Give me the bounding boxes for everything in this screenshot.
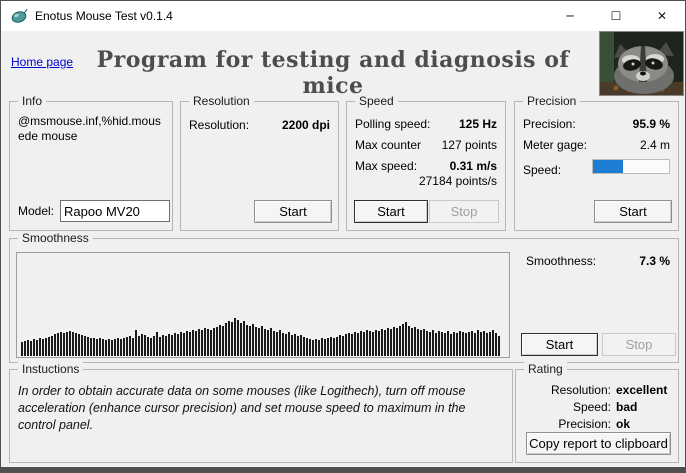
- device-string: @msmouse.inf,%hid.mousede mouse: [18, 114, 161, 143]
- max-speed-value: 0.31 m/s: [449, 159, 497, 173]
- smoothness-group: Smoothness Smoothness: 7.3 % Start Stop: [9, 231, 679, 363]
- raccoon-image: [599, 31, 684, 96]
- precision-group: Precision Precision: 95.9 % Meter gage: …: [514, 94, 679, 231]
- meter-gage-label: Meter gage:: [523, 138, 588, 152]
- rating-speed-value: bad: [616, 400, 638, 414]
- max-counter-label: Max counter: [355, 138, 422, 152]
- rating-row-speed: Speed: bad: [520, 399, 666, 416]
- precision-speed-label: Speed:: [523, 163, 562, 177]
- smoothness-stop-button[interactable]: Stop: [602, 333, 676, 356]
- speed-start-button[interactable]: Start: [354, 200, 428, 223]
- resolution-label: Resolution:: [189, 118, 250, 132]
- precision-group-title: Precision: [523, 94, 581, 108]
- max-counter-value: 127 points: [441, 138, 497, 152]
- copy-report-button[interactable]: Copy report to clipboard: [526, 432, 671, 455]
- rating-group: Rating Resolution: excellent Speed: bad …: [515, 362, 679, 463]
- polling-speed-value: 125 Hz: [458, 117, 497, 131]
- smoothness-start-button[interactable]: Start: [521, 333, 598, 356]
- precision-speed-progressbar: [592, 159, 670, 174]
- precision-progress-fill: [593, 160, 624, 173]
- speed-group-title: Speed: [355, 94, 398, 108]
- window-title: Enotus Mouse Test v0.1.4: [35, 9, 173, 23]
- instructions-group: Instuctions In order to obtain accurate …: [9, 362, 513, 463]
- precision-start-button[interactable]: Start: [594, 200, 672, 223]
- home-page-link[interactable]: Home page: [11, 55, 73, 69]
- smoothness-label: Smoothness:: [526, 254, 597, 268]
- model-label: Model:: [18, 204, 55, 218]
- rating-group-title: Rating: [524, 362, 567, 376]
- title-bar: Enotus Mouse Test v0.1.4 ─ ☐ ✕: [1, 1, 685, 31]
- rating-resolution-label: Resolution:: [550, 383, 611, 397]
- rating-precision-value: ok: [616, 417, 631, 431]
- rating-row-resolution: Resolution: excellent: [520, 382, 668, 399]
- precision-value: 95.9 %: [632, 117, 670, 131]
- smoothness-value: 7.3 %: [639, 254, 670, 268]
- rating-row-precision: Precision: ok: [520, 416, 666, 433]
- resolution-group-title: Resolution: [189, 94, 254, 108]
- maximize-button[interactable]: ☐: [593, 1, 639, 31]
- page-title: Program for testing and diagnosis of mic…: [96, 47, 570, 99]
- resolution-value: 2200 dpi: [281, 118, 330, 132]
- resolution-group: Resolution Resolution: 2200 dpi Start: [180, 94, 339, 231]
- rating-precision-label: Precision:: [558, 417, 611, 431]
- model-input[interactable]: [60, 200, 171, 222]
- resolution-start-button[interactable]: Start: [254, 200, 332, 223]
- info-group: Info @msmouse.inf,%hid.mousede mouse Mod…: [9, 94, 173, 231]
- info-group-title: Info: [18, 94, 47, 108]
- app-window: Enotus Mouse Test v0.1.4 ─ ☐ ✕ Home page…: [0, 0, 686, 473]
- instructions-text: In order to obtain accurate data on some…: [18, 384, 466, 432]
- window-controls: ─ ☐ ✕: [547, 1, 685, 31]
- rating-speed-label: Speed:: [572, 400, 611, 414]
- max-speed-label: Max speed:: [355, 159, 418, 173]
- close-button[interactable]: ✕: [639, 1, 685, 31]
- smoothness-chart: [16, 252, 510, 358]
- instructions-group-title: Instuctions: [18, 362, 84, 376]
- speed-group: Speed Polling speed: 125 Hz Max counter …: [346, 94, 506, 231]
- rating-resolution-value: excellent: [616, 383, 668, 397]
- meter-gage-value: 2.4 m: [639, 138, 670, 152]
- precision-label: Precision:: [523, 117, 576, 131]
- app-mouse-icon: [11, 8, 28, 24]
- polling-speed-label: Polling speed:: [355, 117, 431, 131]
- max-speed-sub-value: 27184 points/s: [418, 174, 497, 188]
- speed-stop-button[interactable]: Stop: [429, 200, 499, 223]
- minimize-button[interactable]: ─: [547, 1, 593, 31]
- smoothness-group-title: Smoothness: [18, 231, 93, 245]
